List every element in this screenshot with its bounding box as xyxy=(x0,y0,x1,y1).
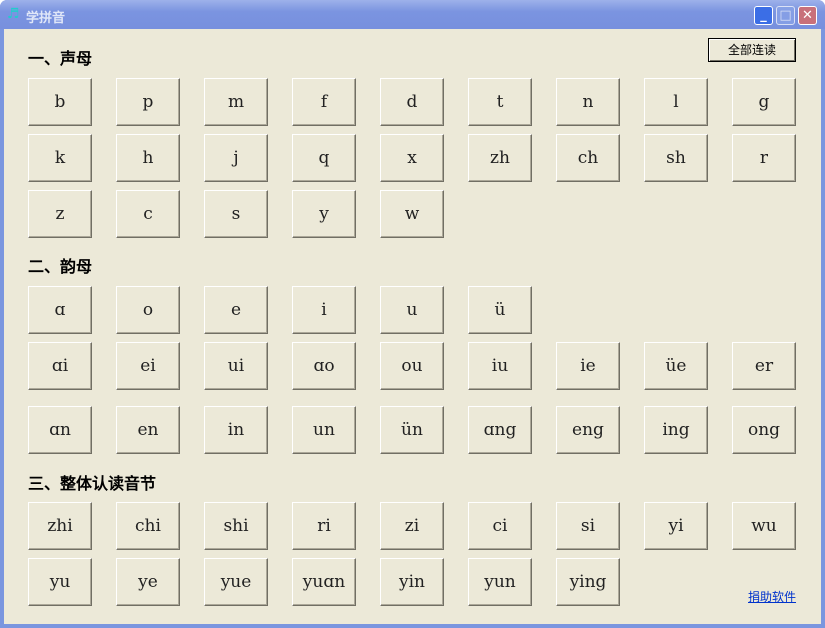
pinyin-button[interactable]: s xyxy=(204,190,268,238)
pinyin-button[interactable]: ɑi xyxy=(28,342,92,390)
pinyin-button[interactable]: in xyxy=(204,406,268,454)
pinyin-button[interactable]: d xyxy=(380,78,444,126)
read-all-button[interactable]: 全部连读 xyxy=(708,38,796,62)
pinyin-button[interactable]: ing xyxy=(644,406,708,454)
pinyin-button[interactable]: zhi xyxy=(28,502,92,550)
close-button[interactable]: ✕ xyxy=(798,6,817,25)
pinyin-button[interactable]: chi xyxy=(116,502,180,550)
pinyin-button[interactable]: w xyxy=(380,190,444,238)
pinyin-button[interactable]: m xyxy=(204,78,268,126)
pinyin-button[interactable]: n xyxy=(556,78,620,126)
pinyin-button[interactable]: üe xyxy=(644,342,708,390)
pinyin-button[interactable]: yi xyxy=(644,502,708,550)
pinyin-button[interactable]: h xyxy=(116,134,180,182)
pinyin-button[interactable]: ɑ xyxy=(28,286,92,334)
pinyin-button[interactable]: er xyxy=(732,342,796,390)
pinyin-button[interactable]: g xyxy=(732,78,796,126)
pinyin-button[interactable]: yun xyxy=(468,558,532,606)
pinyin-button[interactable]: ci xyxy=(468,502,532,550)
pinyin-button[interactable]: b xyxy=(28,78,92,126)
pinyin-button[interactable]: shi xyxy=(204,502,268,550)
pinyin-button[interactable]: yuɑn xyxy=(292,558,356,606)
pinyin-button[interactable]: o xyxy=(116,286,180,334)
pinyin-button[interactable]: yin xyxy=(380,558,444,606)
pinyin-button[interactable]: l xyxy=(644,78,708,126)
pinyin-button[interactable]: un xyxy=(292,406,356,454)
pinyin-button[interactable]: c xyxy=(116,190,180,238)
pinyin-button[interactable]: ye xyxy=(116,558,180,606)
pinyin-button[interactable]: iu xyxy=(468,342,532,390)
window-title: 学拼音 xyxy=(26,11,66,26)
pinyin-button[interactable]: j xyxy=(204,134,268,182)
pinyin-button[interactable]: p xyxy=(116,78,180,126)
pinyin-button[interactable]: ou xyxy=(380,342,444,390)
pinyin-button[interactable]: ɑn xyxy=(28,406,92,454)
pinyin-button[interactable]: f xyxy=(292,78,356,126)
minimize-button[interactable]: _ xyxy=(754,6,773,25)
client-area: 全部连读 捐助软件 一、声母 b p m f d t n l g k h j q x zh ch sh r z c s y w… xyxy=(4,29,821,624)
title-bar[interactable]: ♬ 学拼音 _ □ ✕ xyxy=(0,0,825,29)
pinyin-button[interactable]: ɑng xyxy=(468,406,532,454)
pinyin-button[interactable]: yue xyxy=(204,558,268,606)
maximize-button[interactable]: □ xyxy=(776,6,795,25)
pinyin-button[interactable]: ch xyxy=(556,134,620,182)
pinyin-button[interactable]: x xyxy=(380,134,444,182)
pinyin-button[interactable]: ɑo xyxy=(292,342,356,390)
pinyin-button[interactable]: e xyxy=(204,286,268,334)
pinyin-button[interactable]: zi xyxy=(380,502,444,550)
pinyin-button[interactable]: yu xyxy=(28,558,92,606)
donate-link[interactable]: 捐助软件 xyxy=(748,588,796,605)
pinyin-button[interactable]: zh xyxy=(468,134,532,182)
pinyin-button[interactable]: ui xyxy=(204,342,268,390)
pinyin-button[interactable]: si xyxy=(556,502,620,550)
pinyin-button[interactable]: r xyxy=(732,134,796,182)
pinyin-button[interactable]: k xyxy=(28,134,92,182)
pinyin-button[interactable]: ün xyxy=(380,406,444,454)
music-note-icon: ♬ xyxy=(7,6,20,22)
pinyin-button[interactable]: eng xyxy=(556,406,620,454)
pinyin-button[interactable]: t xyxy=(468,78,532,126)
pinyin-button[interactable]: ong xyxy=(732,406,796,454)
pinyin-button[interactable]: ying xyxy=(556,558,620,606)
section-heading: 一、声母 xyxy=(28,49,93,68)
pinyin-button[interactable]: wu xyxy=(732,502,796,550)
pinyin-button[interactable]: en xyxy=(116,406,180,454)
pinyin-button[interactable]: i xyxy=(292,286,356,334)
pinyin-button[interactable]: ei xyxy=(116,342,180,390)
section-heading: 三、整体认读音节 xyxy=(28,474,157,493)
pinyin-button[interactable]: ü xyxy=(468,286,532,334)
pinyin-button[interactable]: ie xyxy=(556,342,620,390)
app-window: ♬ 学拼音 _ □ ✕ 全部连读 捐助软件 一、声母 b p m f d t n l g k h j q x… xyxy=(0,0,825,628)
pinyin-button[interactable]: sh xyxy=(644,134,708,182)
section-heading: 二、韵母 xyxy=(28,257,93,276)
pinyin-button[interactable]: q xyxy=(292,134,356,182)
pinyin-button[interactable]: ri xyxy=(292,502,356,550)
pinyin-button[interactable]: u xyxy=(380,286,444,334)
pinyin-button[interactable]: y xyxy=(292,190,356,238)
pinyin-button[interactable]: z xyxy=(28,190,92,238)
